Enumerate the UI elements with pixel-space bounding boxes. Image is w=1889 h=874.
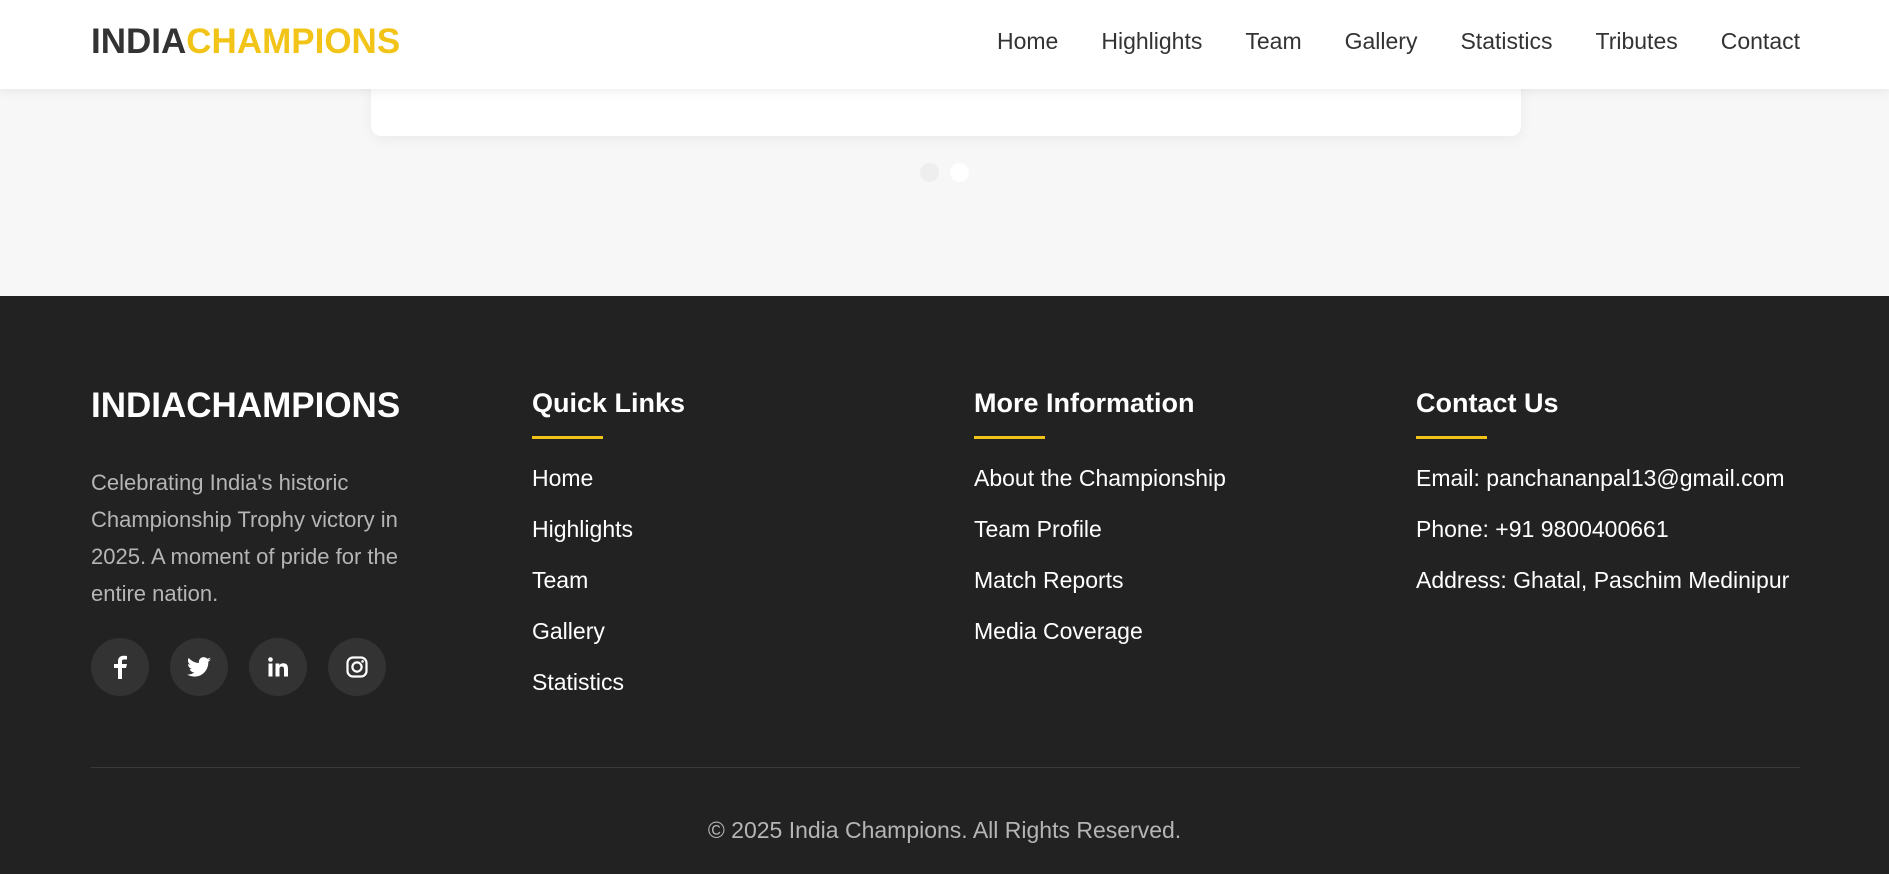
- heading-underline: [974, 436, 1045, 439]
- footer-link-gallery[interactable]: Gallery: [532, 618, 685, 645]
- quick-links-heading: Quick Links: [532, 388, 686, 418]
- contact-heading: Contact Us: [1416, 388, 1559, 418]
- footer-divider: [91, 767, 1800, 768]
- more-info-list: About the Championship Team Profile Matc…: [974, 465, 1226, 645]
- nav-gallery[interactable]: Gallery: [1345, 28, 1418, 55]
- footer-brand: INDIACHAMPIONS: [91, 386, 401, 425]
- footer-link-match-reports[interactable]: Match Reports: [974, 567, 1226, 594]
- linkedin-icon[interactable]: [249, 638, 307, 696]
- footer-about-column: INDIACHAMPIONS Celebrating India's histo…: [91, 386, 431, 696]
- carousel-dots: [920, 163, 969, 182]
- footer-link-statistics[interactable]: Statistics: [532, 669, 685, 696]
- site-footer: INDIACHAMPIONS Celebrating India's histo…: [0, 296, 1889, 874]
- footer-about-text: Celebrating India's historic Championshi…: [91, 470, 398, 606]
- nav-home[interactable]: Home: [997, 28, 1058, 55]
- twitter-icon[interactable]: [170, 638, 228, 696]
- nav-tributes[interactable]: Tributes: [1596, 28, 1678, 55]
- nav-contact[interactable]: Contact: [1721, 28, 1800, 55]
- facebook-icon[interactable]: [91, 638, 149, 696]
- main-nav: Home Highlights Team Gallery Statistics …: [997, 28, 1800, 55]
- carousel-dot[interactable]: [920, 163, 939, 182]
- contact-email: Email: panchananpal13@gmail.com: [1416, 465, 1785, 491]
- carousel-dot-active[interactable]: [950, 163, 969, 182]
- quick-links-column: Quick Links Home Highlights Team Gallery…: [532, 388, 685, 720]
- heading-underline: [1416, 436, 1487, 439]
- copyright-text: © 2025 India Champions. All Rights Reser…: [707, 817, 1182, 843]
- contact-list: Email: panchananpal13@gmail.com Phone: +…: [1416, 465, 1789, 594]
- contact-address: Address: Ghatal, Paschim Medinipur: [1416, 567, 1790, 593]
- logo-champions: CHAMPIONS: [186, 22, 401, 61]
- nav-highlights[interactable]: Highlights: [1101, 28, 1202, 55]
- more-info-heading: More Information: [974, 388, 1195, 418]
- footer-link-team-profile[interactable]: Team Profile: [974, 516, 1226, 543]
- more-info-column: More Information About the Championship …: [974, 388, 1226, 669]
- logo-india: INDIA: [91, 22, 187, 61]
- nav-team[interactable]: Team: [1245, 28, 1301, 55]
- site-logo[interactable]: INDIACHAMPIONS: [91, 22, 400, 62]
- instagram-icon[interactable]: [328, 638, 386, 696]
- social-links: [91, 638, 431, 696]
- contact-phone: Phone: +91 9800400661: [1416, 516, 1669, 542]
- footer-link-about-championship[interactable]: About the Championship: [974, 465, 1226, 492]
- quick-links-list: Home Highlights Team Gallery Statistics: [532, 465, 685, 696]
- contact-column: Contact Us Email: panchananpal13@gmail.c…: [1416, 388, 1789, 618]
- heading-underline: [532, 436, 603, 439]
- nav-statistics[interactable]: Statistics: [1460, 28, 1552, 55]
- footer-link-highlights[interactable]: Highlights: [532, 516, 685, 543]
- footer-link-home[interactable]: Home: [532, 465, 685, 492]
- footer-link-team[interactable]: Team: [532, 567, 685, 594]
- footer-link-media-coverage[interactable]: Media Coverage: [974, 618, 1226, 645]
- site-header: INDIACHAMPIONS Home Highlights Team Gall…: [0, 0, 1889, 89]
